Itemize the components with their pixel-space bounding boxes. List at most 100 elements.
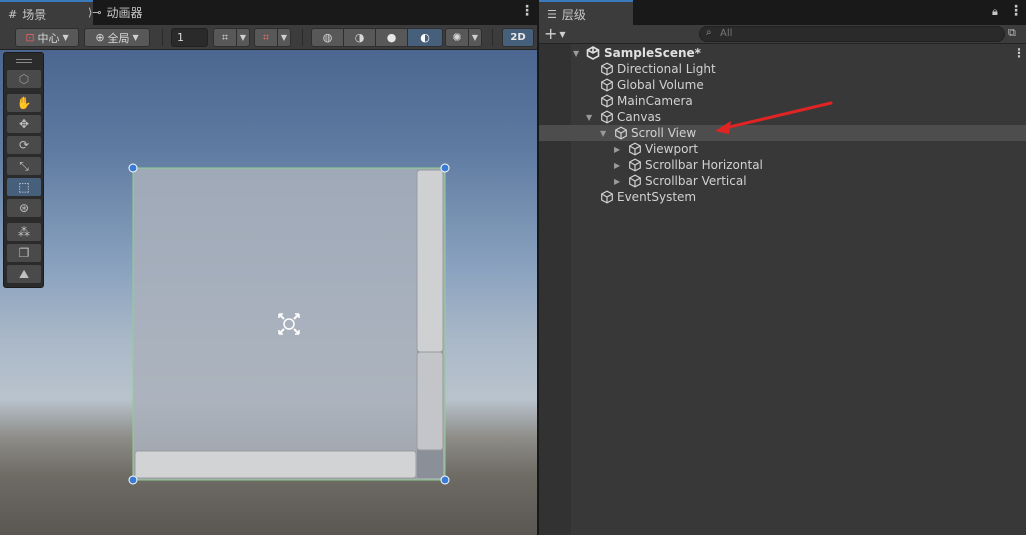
grid-step-field[interactable]: 1 (171, 28, 208, 47)
mode-2d-toggle[interactable]: 2D (502, 28, 534, 47)
pivot-dropdown[interactable]: ⊡ 中心 ▼ (15, 28, 79, 47)
rect-tool[interactable]: ⬚ (7, 178, 41, 196)
tool-palette: ⬡ ✋ ✥ ⟳ ⤡ ⬚ ⊛ ⁂ ❐ ⛰ (3, 52, 44, 288)
scene-root-row[interactable]: ▼ SampleScene* ⋮ (539, 45, 1026, 61)
create-dropdown[interactable]: + ▼ (544, 25, 572, 43)
gameobject-cube-icon (601, 190, 613, 204)
hand-tool[interactable]: ✋ (7, 94, 41, 112)
increment-snap-dropdown[interactable]: ▼ (277, 28, 291, 47)
selection-handle-bottom-left (128, 475, 138, 485)
transform-tool[interactable]: ⊛ (7, 199, 41, 217)
mode-2d-label: 2D (510, 32, 526, 43)
shaded-wireframe-icon: ◑ (354, 31, 365, 44)
scale-icon: ⤡ (19, 158, 29, 173)
toolbar-divider (162, 29, 163, 46)
hierarchy-row[interactable]: Directional Light (539, 61, 1026, 77)
component-tool[interactable]: ❐ (7, 244, 41, 262)
tab-animator-label: 动画器 (106, 6, 143, 20)
vertical-scrollbar-handle (416, 169, 444, 353)
unlit-shading-button[interactable]: ● (375, 28, 408, 47)
rect-transform-icon: ⬚ (18, 180, 30, 194)
terrain-tool[interactable]: ⛰ (7, 265, 41, 283)
chevron-down-icon: ▼ (559, 29, 566, 39)
hierarchy-tree: ▼ SampleScene* ⋮ Directional Light Global… (539, 44, 1026, 535)
hierarchy-panel-menu-icon[interactable]: ⋮ (1009, 4, 1023, 18)
tab-hierarchy-label: 层级 (561, 8, 586, 22)
scroll-view-rect (132, 167, 446, 481)
wireframe-sphere-icon: ◍ (322, 31, 333, 44)
hierarchy-toolbar: + ▼ ⌕ All ⧉ (539, 25, 1026, 44)
shaded-wireframe-button[interactable]: ◑ (343, 28, 376, 47)
tab-hierarchy[interactable]: ☰ 层级 (539, 0, 633, 27)
terrain-icon: ⛰ (18, 266, 30, 281)
tab-scene-label: 场景 (22, 8, 47, 22)
increment-snap-icon: ⌗ (262, 30, 270, 44)
pivot-icon: ⊡ (25, 31, 35, 44)
transform-icon: ⊛ (18, 201, 30, 215)
selection-handle-top-left (128, 163, 138, 173)
increment-snap-button[interactable]: ⌗ (254, 28, 278, 47)
unlit-sphere-icon: ● (386, 31, 397, 44)
scale-tool[interactable]: ⤡ (7, 157, 41, 175)
globe-icon: ⊕ (95, 31, 105, 44)
move-tool[interactable]: ✥ (7, 115, 41, 133)
scene-toolbar: ⊡ 中心 ▼ ⊕ 全局 ▼ 1 ⌗ ▼ ⌗ ▼ ◍ ◑ ● ◐ ✺ ▼ 2D (0, 25, 537, 50)
rotate-tool[interactable]: ⟳ (7, 136, 41, 154)
expand-triangle-icon[interactable]: ▼ (573, 49, 579, 58)
view-cube-tool[interactable]: ⬡ (7, 70, 41, 88)
animator-icon: ⟩⊸ (88, 6, 102, 19)
selection-handle-top-right (440, 163, 450, 173)
chevron-down-icon: ▼ (239, 33, 247, 42)
scene-panel-menu-icon[interactable]: ⋮ (520, 4, 534, 18)
space-dropdown[interactable]: ⊕ 全局 ▼ (84, 28, 150, 47)
hierarchy-row-label: Directional Light (617, 62, 716, 76)
hierarchy-row[interactable]: ▶ Scrollbar Vertical (539, 173, 1026, 189)
grid-snap-dropdown[interactable]: ▼ (236, 28, 250, 47)
toolbar-divider (302, 29, 303, 46)
hand-icon: ✋ (16, 96, 32, 110)
scene-canvas (128, 163, 450, 485)
hierarchy-row[interactable]: Global Volume (539, 77, 1026, 93)
hierarchy-row-label: Global Volume (617, 78, 704, 92)
scene-tabbar: # 场景 ⟩⊸ 动画器 ⋮ (0, 0, 537, 27)
hierarchy-row[interactable]: EventSystem (539, 189, 1026, 205)
grid-snap-button[interactable]: ⌗ (213, 28, 237, 47)
custom-tool-icon: ⁂ (18, 225, 30, 239)
tab-animator[interactable]: ⟩⊸ 动画器 (80, 0, 151, 25)
move-icon: ✥ (18, 117, 30, 131)
search-placeholder: All (720, 28, 733, 39)
gameobject-cube-icon (601, 78, 613, 92)
pivot-label: 中心 (37, 31, 60, 45)
gameobject-cube-icon (601, 62, 613, 76)
space-label: 全局 (107, 31, 130, 45)
gameobject-cube-icon (629, 174, 641, 188)
debug-draw-dropdown[interactable]: ▼ (468, 28, 482, 47)
selection-handle-bottom-right (440, 475, 450, 485)
hierarchy-search-field[interactable]: ⌕ All (699, 26, 1005, 42)
lock-icon[interactable]: 🔒︎ (992, 5, 998, 19)
lit-shading-button[interactable]: ◐ (407, 28, 443, 47)
tool-palette-grip[interactable] (16, 59, 32, 63)
cube-icon: ⬡ (18, 72, 30, 86)
grid-icon: # (8, 8, 18, 21)
collapse-triangle-icon[interactable]: ▶ (614, 177, 620, 186)
toolbar-divider (492, 29, 493, 46)
wireframe-shading-button[interactable]: ◍ (311, 28, 344, 47)
custom-tool[interactable]: ⁂ (7, 223, 41, 241)
chevron-down-icon: ▼ (471, 33, 479, 42)
hierarchy-tabbar: ☰ 层级 🔒︎ ⋮ (539, 0, 1026, 27)
chevron-down-icon: ▼ (280, 33, 288, 42)
search-icon: ⌕ (706, 27, 712, 38)
chevron-down-icon: ▼ (132, 33, 139, 42)
component-tool-icon: ❐ (18, 246, 30, 260)
scene-viewport[interactable]: ⬡ ✋ ✥ ⟳ ⤡ ⬚ ⊛ ⁂ ❐ ⛰ (0, 50, 537, 535)
vertical-scrollbar-lower (416, 351, 444, 451)
scene-menu-icon[interactable]: ⋮ (1013, 46, 1025, 60)
debug-draw-button[interactable]: ✺ (445, 28, 469, 47)
horizontal-scrollbar-handle (134, 450, 417, 479)
annotation-arrow (715, 101, 833, 134)
search-filter-button[interactable]: ⧉ (1008, 26, 1022, 42)
grid-snap-icon: ⌗ (221, 30, 229, 44)
rotate-icon: ⟳ (18, 138, 30, 152)
plus-icon: + (544, 24, 558, 43)
